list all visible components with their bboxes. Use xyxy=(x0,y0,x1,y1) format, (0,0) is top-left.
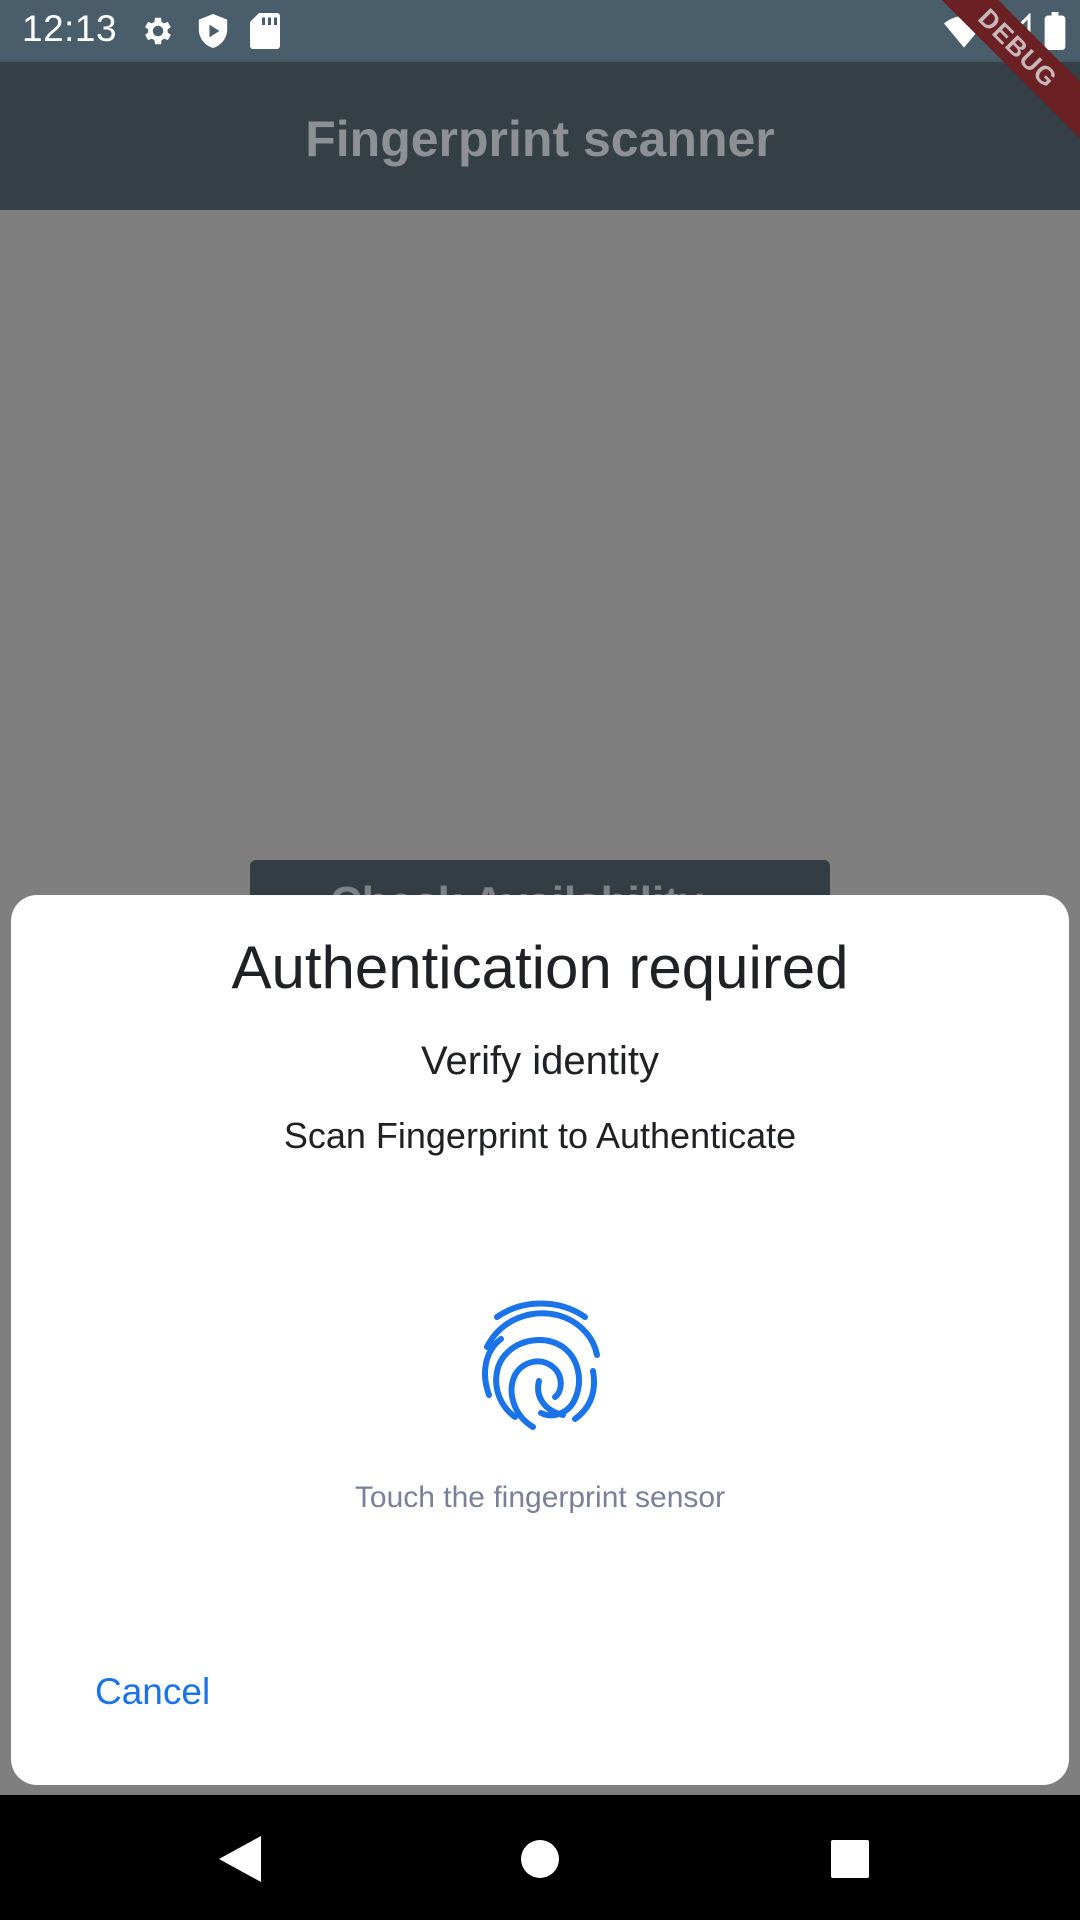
battery-icon xyxy=(1044,12,1066,55)
dialog-description: Scan Fingerprint to Authenticate xyxy=(283,1115,797,1156)
sd-card-icon xyxy=(250,13,280,49)
dialog-hint: Touch the fingerprint sensor xyxy=(354,1481,726,1514)
app-bar: Fingerprint scanner xyxy=(0,62,1080,210)
shield-play-icon xyxy=(196,12,230,50)
home-button[interactable] xyxy=(510,1829,570,1889)
cancel-button[interactable]: Cancel xyxy=(91,1665,214,1719)
recents-button[interactable] xyxy=(820,1829,880,1889)
app-title: Fingerprint scanner xyxy=(305,111,775,167)
status-right-icons xyxy=(944,12,1066,55)
dialog-title: Authentication required xyxy=(231,934,849,1001)
status-bar: 12:13 xyxy=(0,0,1080,62)
recents-icon xyxy=(831,1840,869,1878)
gear-icon xyxy=(140,13,176,49)
home-icon xyxy=(521,1840,559,1878)
back-button[interactable] xyxy=(210,1829,270,1889)
fingerprint-icon xyxy=(482,1300,600,1430)
status-left-icons xyxy=(140,12,280,50)
authentication-dialog: Authentication required Verify identity … xyxy=(11,895,1069,1785)
navigation-bar xyxy=(0,1795,1080,1920)
status-time: 12:13 xyxy=(22,8,118,49)
back-icon xyxy=(219,1836,261,1882)
wifi-icon xyxy=(944,14,984,53)
cell-signal-icon xyxy=(995,12,1032,54)
dialog-subtitle: Verify identity xyxy=(421,1039,659,1083)
